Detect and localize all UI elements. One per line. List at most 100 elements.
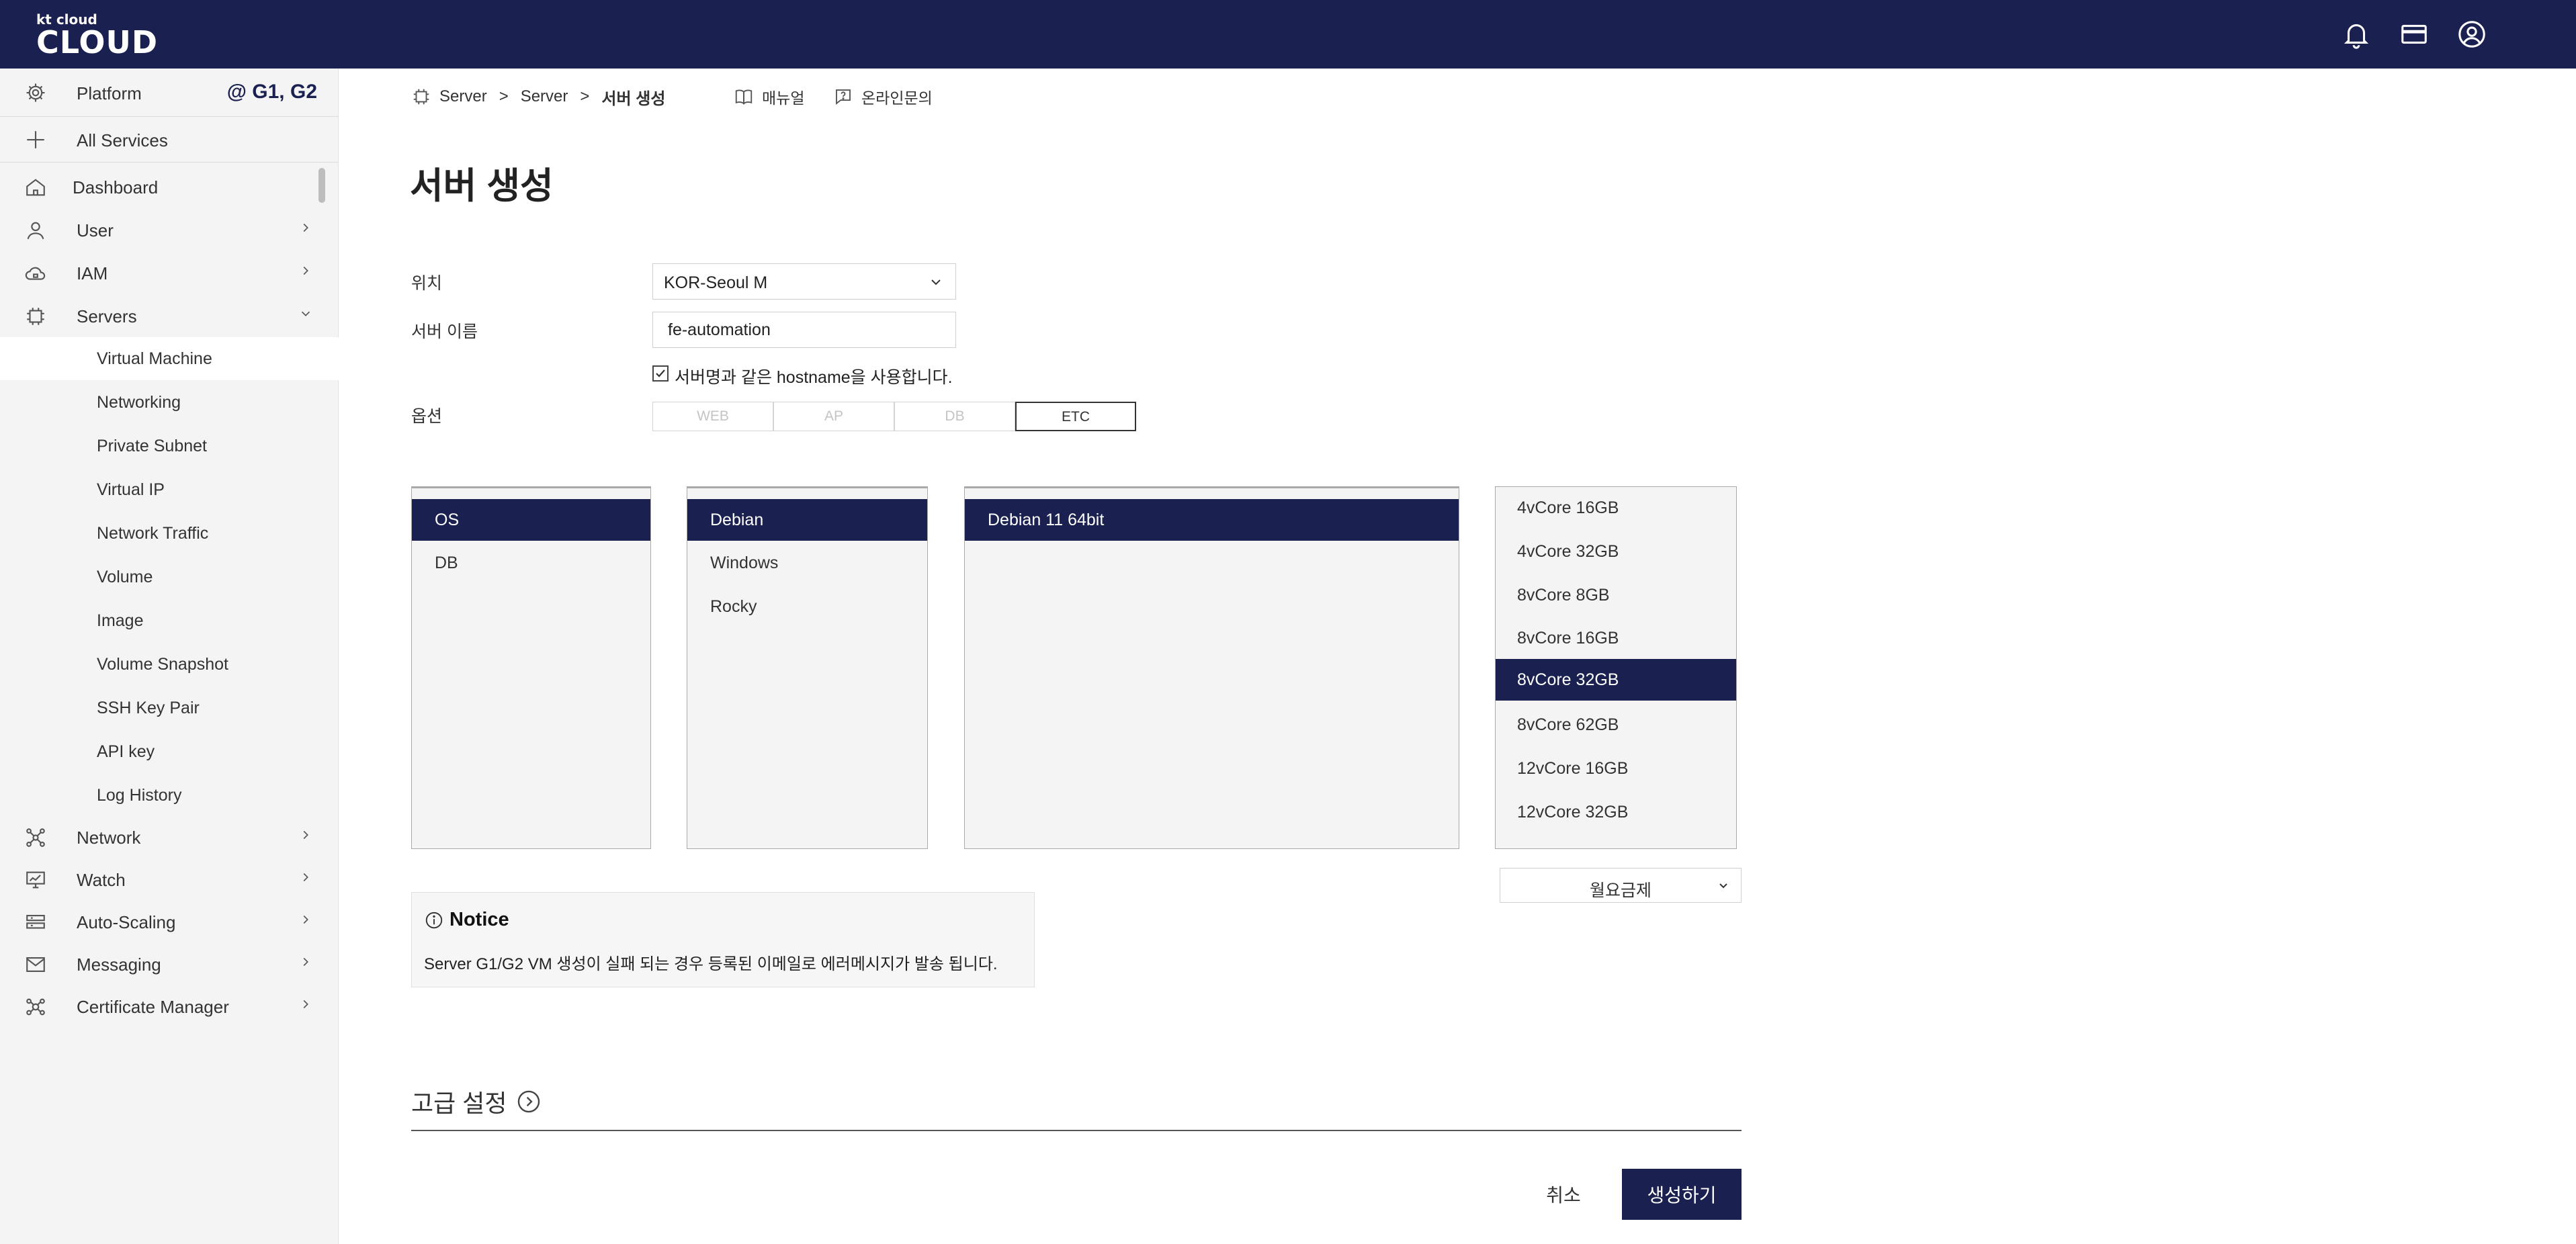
spec-item[interactable]: 12vCore 32GB [1496, 791, 1736, 833]
manual-link[interactable]: 매뉴얼 [734, 83, 804, 110]
chip-icon [27, 308, 44, 325]
breadcrumb-separator: > [580, 87, 590, 105]
sidebar-subitem-volume-snapshot[interactable]: Volume Snapshot [0, 643, 339, 686]
sidebar-item-certificate-manager[interactable]: Certificate Manager [0, 985, 339, 1028]
chevron-right-icon [303, 873, 308, 882]
sidebar-item-watch[interactable]: Watch [0, 858, 339, 901]
spec-item[interactable]: 4vCore 16GB [1496, 487, 1736, 529]
user-circle-icon[interactable] [2456, 19, 2487, 50]
hostname-checkbox-label: 서버명과 같은 hostname을 사용합니다. [675, 368, 953, 387]
book-icon [735, 89, 753, 105]
cloud-lock-icon [25, 267, 46, 280]
category-item-os[interactable]: OS [412, 499, 650, 541]
option-etc[interactable]: ETC [1015, 402, 1136, 431]
sidebar-subitem-log-history[interactable]: Log History [0, 774, 339, 817]
sidebar-item-dashboard[interactable]: Dashboard [0, 165, 339, 208]
spec-item[interactable]: 4vCore 32GB [1496, 531, 1736, 572]
billing-select[interactable]: 월요금제 [1500, 868, 1742, 903]
subitem-label: Private Subnet [97, 437, 207, 455]
sidebar-subitem-networking[interactable]: Networking [0, 381, 339, 424]
sidebar-item-user[interactable]: User [0, 208, 339, 251]
subitem-label: Networking [97, 393, 181, 412]
network-icon [26, 828, 45, 847]
spec-item[interactable]: 8vCore 16GB [1496, 617, 1736, 659]
server-name-input[interactable] [652, 312, 956, 348]
chevron-right-icon [303, 999, 308, 1009]
divider [411, 1130, 1742, 1131]
os-item-rocky[interactable]: Rocky [687, 586, 927, 627]
chevron-right-icon [303, 915, 308, 924]
version-item-debian-11[interactable]: Debian 11 64bit [965, 499, 1459, 541]
question-chat-icon [836, 89, 851, 105]
sidebar-subitem-virtual-ip[interactable]: Virtual IP [0, 468, 339, 511]
card-icon[interactable] [2399, 19, 2430, 50]
sidebar-subitem-virtual-machine[interactable]: Virtual Machine [0, 337, 339, 380]
breadcrumb-item-current: 서버 생성 [601, 89, 666, 108]
sidebar-item-label: User [77, 220, 114, 240]
notice-box: Notice Server G1/G2 VM 생성이 실패 되는 경우 등록된 … [411, 892, 1035, 987]
home-icon [26, 179, 45, 196]
spec-item[interactable]: 8vCore 62GB [1496, 704, 1736, 746]
chevron-down-icon [1719, 883, 1727, 889]
manual-label: 매뉴얼 [762, 89, 805, 107]
category-item-db[interactable]: DB [412, 542, 650, 584]
sidebar-item-messaging[interactable]: Messaging [0, 942, 339, 985]
subitem-label: Volume [97, 568, 153, 586]
chevron-circle-right-icon [518, 1090, 540, 1113]
sidebar-item-label: Messaging [77, 954, 161, 975]
sidebar-subitem-ssh-key-pair[interactable]: SSH Key Pair [0, 686, 339, 729]
top-bar: kt cloud CLOUD [0, 0, 2576, 69]
os-item-debian[interactable]: Debian [687, 499, 927, 541]
option-db[interactable]: DB [894, 402, 1015, 431]
hostname-checkbox[interactable] [652, 365, 669, 382]
sidebar-all-services[interactable]: All Services [0, 117, 339, 163]
sidebar-subitem-image[interactable]: Image [0, 599, 339, 642]
billing-value: 월요금제 [1589, 881, 1651, 900]
sidebar-subitem-private-subnet[interactable]: Private Subnet [0, 425, 339, 468]
subitem-label: SSH Key Pair [97, 699, 200, 717]
location-select[interactable]: KOR-Seoul M [652, 263, 956, 300]
create-button[interactable]: 생성하기 [1622, 1169, 1742, 1220]
breadcrumb-item-server-2[interactable]: Server [521, 87, 568, 106]
logo-big-text: CLOUD [36, 24, 159, 60]
sidebar-item-network[interactable]: Network [0, 815, 339, 858]
info-icon [425, 912, 443, 928]
spec-item[interactable]: 8vCore 8GB [1496, 574, 1736, 616]
gear-icon [26, 83, 45, 102]
subitem-label: Image [97, 611, 144, 630]
sidebar-subitem-volume[interactable]: Volume [0, 556, 339, 598]
bell-icon[interactable] [2341, 19, 2372, 50]
advanced-settings-toggle[interactable]: 고급 설정 [411, 1084, 542, 1119]
sidebar-item-auto-scaling[interactable]: Auto-Scaling [0, 900, 339, 943]
user-icon [27, 222, 44, 240]
subitem-label: Virtual IP [97, 480, 165, 499]
spec-item[interactable]: 12vCore 16GB [1496, 748, 1736, 789]
sidebar-subitem-api-key[interactable]: API key [0, 730, 339, 773]
chevron-down-icon [301, 311, 310, 316]
cancel-button[interactable]: 취소 [1527, 1169, 1600, 1220]
chevron-right-icon [303, 266, 308, 275]
option-web[interactable]: WEB [652, 402, 773, 431]
online-inquiry-link[interactable]: 온라인문의 [833, 83, 933, 110]
option-label: 옵션 [411, 407, 443, 426]
kt-cloud-logo[interactable]: kt cloud CLOUD [36, 12, 158, 58]
sidebar-item-servers[interactable]: Servers [0, 294, 339, 337]
sidebar-item-label: Dashboard [73, 177, 159, 197]
server-stack-icon [26, 915, 45, 929]
option-ap[interactable]: AP [773, 402, 894, 431]
notice-body: Server G1/G2 VM 생성이 실패 되는 경우 등록된 이메일로 에러… [424, 955, 998, 973]
sidebar-platform[interactable]: Platform @ G1, G2 [0, 69, 339, 117]
sidebar-subitem-network-traffic[interactable]: Network Traffic [0, 512, 339, 555]
subitem-label: API key [97, 742, 155, 761]
subitem-label: Network Traffic [97, 524, 209, 543]
spec-item-selected[interactable]: 8vCore 32GB [1496, 659, 1736, 701]
chevron-right-icon [303, 223, 308, 232]
sidebar-item-label: Servers [77, 306, 137, 326]
os-item-windows[interactable]: Windows [687, 542, 927, 584]
sidebar-item-iam[interactable]: IAM [0, 251, 339, 294]
notice-title: Notice [424, 909, 509, 931]
sidebar-item-label: Network [77, 828, 141, 848]
breadcrumb-item-server[interactable]: Server [439, 87, 487, 106]
chevron-right-icon [303, 957, 308, 967]
chip-icon [413, 89, 429, 105]
